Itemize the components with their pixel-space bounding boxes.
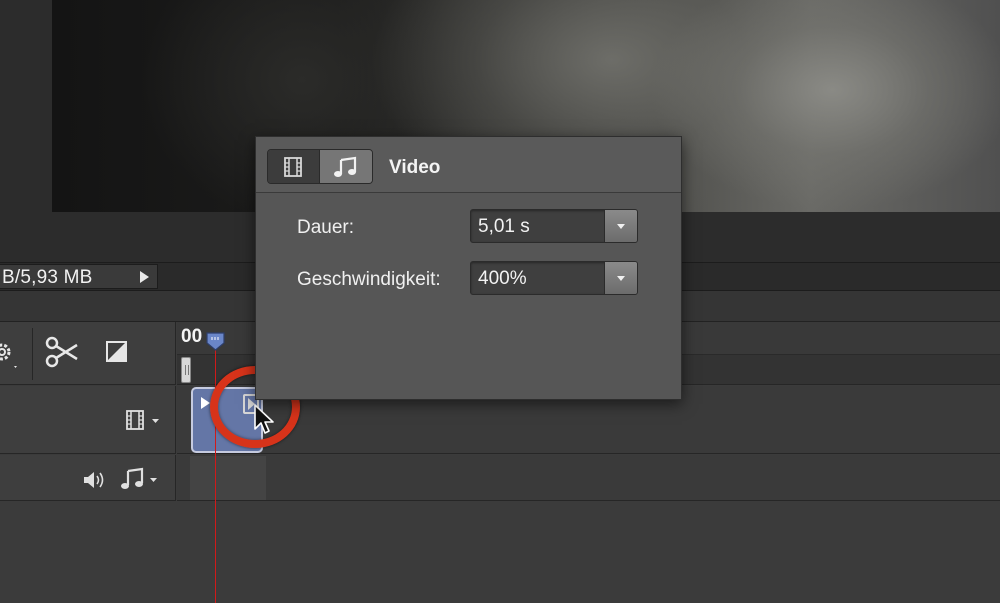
tab-video[interactable]: [268, 150, 320, 183]
audio-track-menu[interactable]: [120, 467, 160, 491]
clip-start-icon: [201, 397, 210, 409]
timecode-label: 00: [181, 326, 203, 347]
inspector-tab-control: [267, 149, 373, 184]
color-correction-button[interactable]: [104, 338, 130, 366]
arrow-cursor-icon: [254, 404, 274, 434]
play-triangle-icon[interactable]: [140, 271, 149, 283]
file-size-label: B/5,93 MB: [2, 267, 93, 288]
playhead[interactable]: [205, 331, 226, 351]
duration-value: 5,01 s: [478, 216, 530, 237]
playhead-marker-icon: [206, 332, 225, 351]
toolbar-divider: [32, 328, 33, 380]
inspector-title: Video: [389, 157, 441, 178]
mouse-cursor: [253, 403, 275, 437]
music-note-icon: [121, 467, 157, 489]
chevron-down-icon: [617, 275, 625, 281]
tab-audio[interactable]: [319, 150, 372, 183]
speed-label: Geschwindigkeit:: [297, 269, 441, 290]
chevron-down-icon: [617, 223, 625, 229]
mute-button[interactable]: [82, 469, 106, 491]
music-note-icon: [333, 156, 356, 177]
scissors-icon: [45, 336, 78, 368]
film-icon: [126, 410, 159, 430]
scissors-button[interactable]: [44, 335, 80, 369]
duration-dropdown-button[interactable]: [604, 210, 637, 242]
gear-icon: [0, 343, 17, 368]
range-handle[interactable]: [181, 357, 191, 383]
speed-dropdown-button[interactable]: [604, 262, 637, 294]
audio-clip-area[interactable]: [190, 456, 266, 500]
speed-select[interactable]: 400%: [470, 261, 638, 295]
speaker-icon: [84, 472, 104, 488]
film-icon: [284, 156, 303, 177]
audio-track[interactable]: [177, 455, 1000, 501]
half-square-icon: [106, 341, 127, 362]
duration-select[interactable]: 5,01 s: [470, 209, 638, 243]
video-track-menu[interactable]: [125, 409, 161, 431]
speed-value: 400%: [478, 268, 527, 289]
duration-label: Dauer:: [297, 217, 355, 238]
timeline-toolbar: [0, 322, 176, 385]
timeline-empty-area: [0, 502, 1000, 603]
clip-inspector-popup: Video Dauer: 5,01 s Geschwindigkeit: 400…: [255, 136, 682, 400]
inspector-header: Video: [256, 137, 681, 193]
gear-button[interactable]: [0, 340, 24, 370]
file-size-box[interactable]: B/5,93 MB: [0, 264, 158, 289]
